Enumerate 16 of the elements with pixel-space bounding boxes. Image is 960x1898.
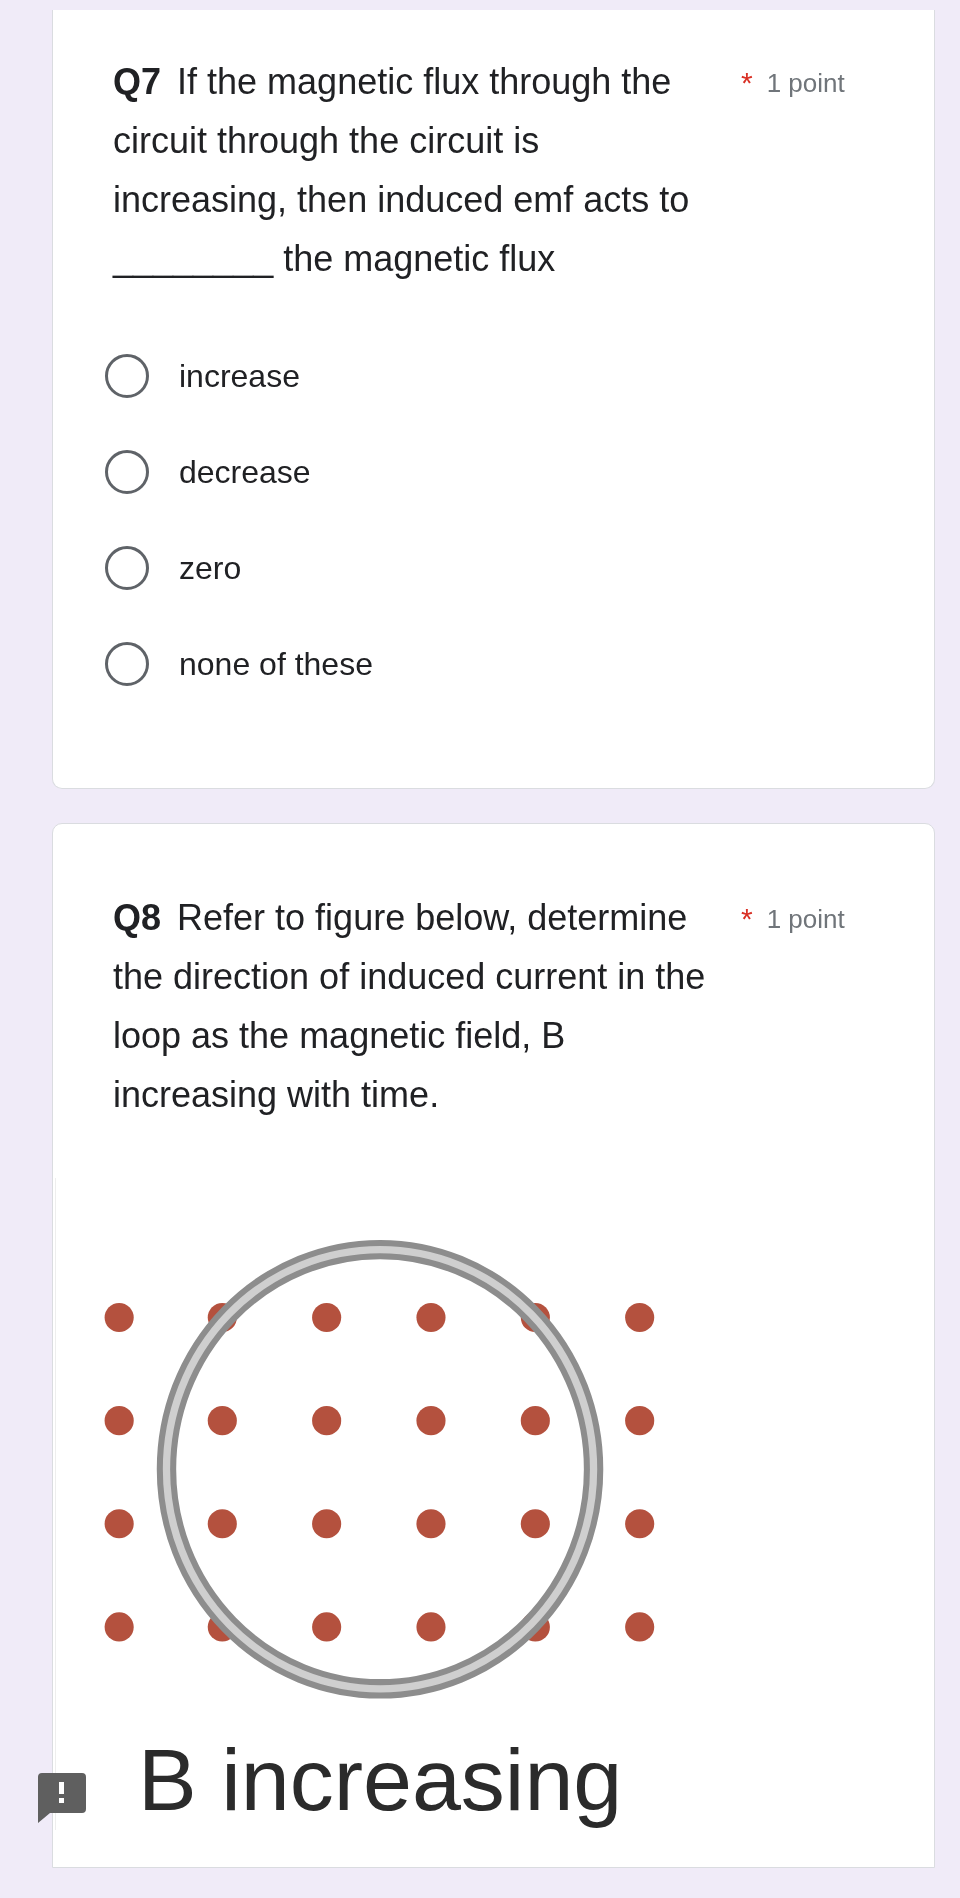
radio-button[interactable]	[105, 354, 149, 398]
question-title: Q8 Refer to figure below, determine the direction of induced current in the loop as the magnetic field, B increasing with time.	[113, 896, 707, 1117]
radio-button[interactable]	[105, 546, 149, 590]
question-title: Q7 If the magnetic flux through the circuit through the circuit is increasing, then induced emf acts to ________ the magnetic flux	[113, 60, 691, 281]
radio-option[interactable]: decrease	[105, 450, 914, 494]
radio-option[interactable]: zero	[105, 546, 914, 590]
feedback-icon[interactable]	[36, 1773, 86, 1823]
figure-caption: B increasing	[138, 1730, 623, 1830]
points-label: 1 point	[766, 903, 845, 935]
radio-button[interactable]	[105, 642, 149, 686]
required-asterisk: *	[741, 66, 753, 100]
radio-button[interactable]	[105, 450, 149, 494]
points-label: 1 point	[766, 67, 845, 99]
radio-option[interactable]: increase	[105, 354, 914, 398]
required-asterisk: *	[741, 902, 753, 936]
radio-option[interactable]: none of these	[105, 642, 914, 686]
